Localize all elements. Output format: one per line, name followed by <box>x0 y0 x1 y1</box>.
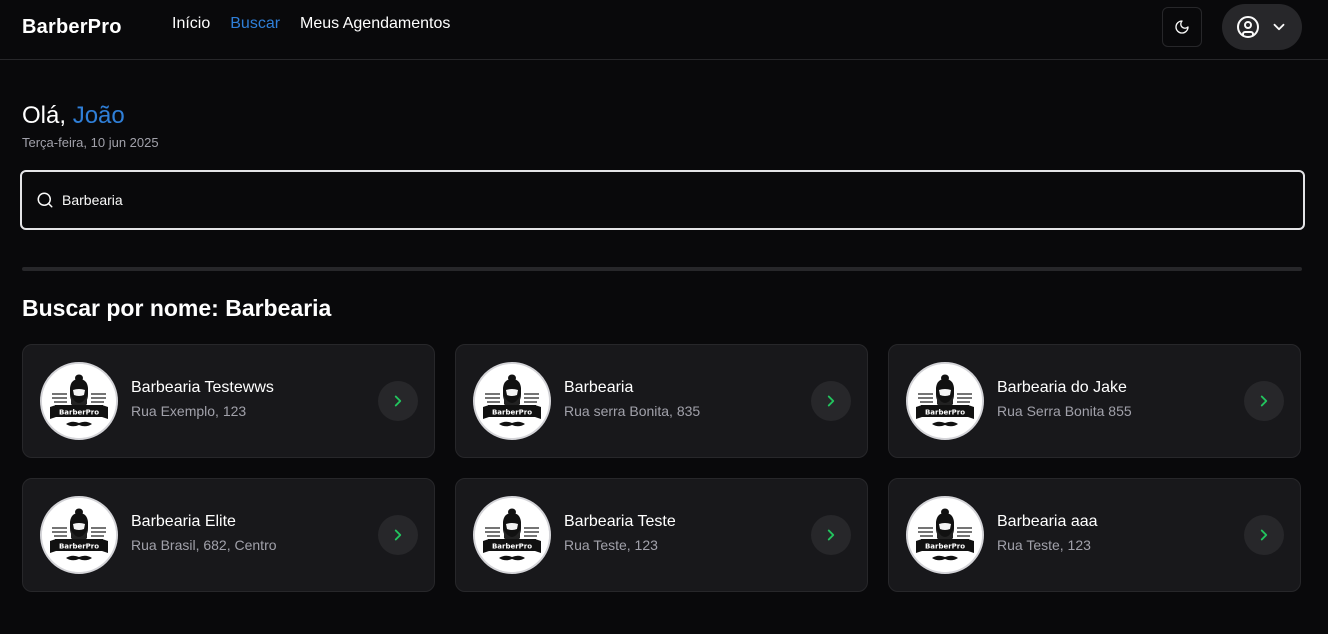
barbershop-address: Rua Brasil, 682, Centro <box>131 537 277 553</box>
barbershop-address: Rua Teste, 123 <box>564 537 658 553</box>
barbershop-name: Barbearia Teste <box>564 513 676 530</box>
barbershop-card[interactable]: BarberPro Barbearia Testewws Rua Exemplo… <box>22 344 435 458</box>
app-logo[interactable]: BarberPro <box>22 16 122 39</box>
chevron-right-icon <box>394 395 402 407</box>
user-menu-button[interactable] <box>1222 4 1302 50</box>
barbershop-logo-image: BarberPro <box>473 362 551 440</box>
chevron-right-icon <box>827 529 835 541</box>
barbershop-logo-image: BarberPro <box>473 496 551 574</box>
results-title: Buscar por nome: Barbearia <box>22 295 332 321</box>
barbershop-name: Barbearia aaa <box>997 513 1098 530</box>
theme-toggle-button[interactable] <box>1162 7 1202 47</box>
barbershop-logo-image: BarberPro <box>906 362 984 440</box>
user-name: João <box>72 102 125 129</box>
open-barbershop-button[interactable] <box>1244 381 1284 421</box>
results-grid: BarberPro Barbearia Testewws Rua Exemplo… <box>22 344 1302 592</box>
greeting-prefix: Olá, <box>22 102 67 129</box>
barbershop-address: Rua Serra Bonita 855 <box>997 403 1132 419</box>
chevron-down-icon <box>1273 23 1285 31</box>
svg-text:BarberPro: BarberPro <box>925 409 965 417</box>
search-bar[interactable] <box>20 170 1305 230</box>
svg-text:BarberPro: BarberPro <box>925 543 965 551</box>
svg-text:BarberPro: BarberPro <box>492 409 532 417</box>
chevron-right-icon <box>1260 395 1268 407</box>
barbershop-card[interactable]: BarberPro Barbearia Elite Rua Brasil, 68… <box>22 478 435 592</box>
barbershop-logo-image: BarberPro <box>906 496 984 574</box>
barbershop-address: Rua serra Bonita, 835 <box>564 403 701 419</box>
moon-icon <box>1175 20 1189 34</box>
chevron-right-icon <box>394 529 402 541</box>
barbershop-logo-image: BarberPro <box>40 362 118 440</box>
greeting-heading: Olá, João <box>22 102 125 130</box>
top-navbar: BarberPro Início Buscar Meus Agendamento… <box>0 0 1328 60</box>
barbershop-name: Barbearia <box>564 379 634 396</box>
barbershop-card[interactable]: BarberPro Barbearia do Jake Rua Serra Bo… <box>888 344 1301 458</box>
barbershop-card[interactable]: BarberPro Barbearia Teste Rua Teste, 123 <box>455 478 868 592</box>
open-barbershop-button[interactable] <box>1244 515 1284 555</box>
nav-link-meus-agendamentos[interactable]: Meus Agendamentos <box>300 15 450 33</box>
open-barbershop-button[interactable] <box>378 515 418 555</box>
barbershop-address: Rua Teste, 123 <box>997 537 1091 553</box>
main-nav: Início Buscar Meus Agendamentos <box>172 15 450 33</box>
svg-text:BarberPro: BarberPro <box>492 543 532 551</box>
search-input[interactable] <box>62 172 1262 228</box>
nav-link-buscar[interactable]: Buscar <box>230 15 280 33</box>
user-circle-icon <box>1237 16 1259 38</box>
section-divider <box>22 267 1302 271</box>
barbershop-name: Barbearia do Jake <box>997 379 1127 396</box>
barbershop-card[interactable]: BarberPro Barbearia Rua serra Bonita, 83… <box>455 344 868 458</box>
open-barbershop-button[interactable] <box>811 381 851 421</box>
svg-text:BarberPro: BarberPro <box>59 543 99 551</box>
barbershop-name: Barbearia Testewws <box>131 379 274 396</box>
barbershop-address: Rua Exemplo, 123 <box>131 403 247 419</box>
search-icon <box>37 192 53 208</box>
barbershop-name: Barbearia Elite <box>131 513 236 530</box>
barbershop-card[interactable]: BarberPro Barbearia aaa Rua Teste, 123 <box>888 478 1301 592</box>
current-date: Terça-feira, 10 jun 2025 <box>22 135 159 150</box>
chevron-right-icon <box>827 395 835 407</box>
chevron-right-icon <box>1260 529 1268 541</box>
svg-text:BarberPro: BarberPro <box>59 409 99 417</box>
open-barbershop-button[interactable] <box>378 381 418 421</box>
barbershop-logo-image: BarberPro <box>40 496 118 574</box>
nav-link-inicio[interactable]: Início <box>172 15 210 33</box>
open-barbershop-button[interactable] <box>811 515 851 555</box>
